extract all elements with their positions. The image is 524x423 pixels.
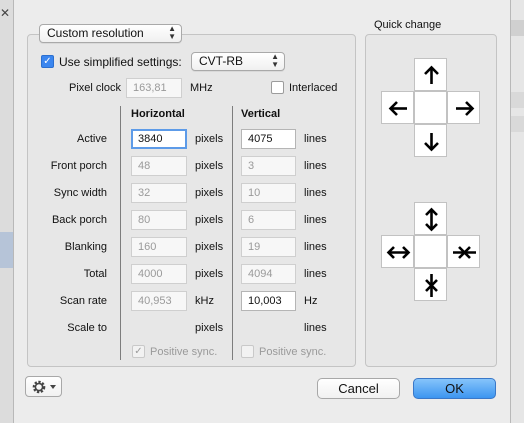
horizontal-front-porch-field[interactable]: 48: [131, 156, 187, 176]
compress-horizontal-icon: [453, 246, 476, 259]
settings-menu-button[interactable]: [25, 376, 62, 397]
horizontal-positive-sync-label: Positive sync.: [150, 346, 218, 358]
vertical-unit: lines: [304, 241, 327, 253]
use-simplified-settings-checkbox[interactable]: ✓: [41, 55, 54, 68]
timing-mode-popup[interactable]: CVT-RB ▲ ▼: [191, 52, 285, 71]
shrink-vertical-button[interactable]: [414, 268, 447, 301]
gear-icon: [32, 380, 56, 394]
row-label-active: Active: [77, 133, 107, 145]
horizontal-unit: pixels: [195, 322, 224, 334]
horizontal-unit: pixels: [195, 160, 224, 172]
horizontal-unit: pixels: [195, 241, 224, 253]
row-label-sync-width: Sync width: [53, 187, 107, 199]
vertical-front-porch-field[interactable]: 3: [241, 156, 296, 176]
interlaced-checkbox[interactable]: [271, 81, 284, 94]
resolution-type-value: Custom resolution: [47, 26, 144, 40]
cancel-button[interactable]: Cancel: [317, 378, 400, 399]
vertical-refresh-rate-unit: Hz: [304, 295, 318, 307]
arrow-up-icon: [424, 65, 439, 84]
horizontal-total-field[interactable]: 4000: [131, 264, 187, 284]
horizontal-active-field[interactable]: 3840: [131, 129, 187, 149]
vertical-active-field[interactable]: 4075: [241, 129, 296, 149]
vertical-unit: lines: [304, 133, 327, 145]
pixel-clock-unit: MHz: [190, 82, 213, 94]
move-right-button[interactable]: [447, 91, 480, 124]
vertical-unit: lines: [304, 268, 327, 280]
pixel-clock-label: Pixel clock: [69, 82, 121, 94]
horizontal-unit: pixels: [195, 133, 224, 145]
vertical-header: Vertical: [241, 108, 281, 120]
row-label-scale-to: Scale to: [67, 322, 107, 334]
horizontal-unit: pixels: [195, 187, 224, 199]
row-label-blanking: Blanking: [64, 241, 107, 253]
stretch-center: [414, 235, 447, 268]
arrow-right-icon: [456, 101, 475, 116]
vertical-positive-sync-checkbox[interactable]: [241, 345, 254, 358]
vertical-positive-sync-label: Positive sync.: [259, 346, 327, 358]
horizontal-unit: pixels: [195, 214, 224, 226]
horizontal-back-porch-field[interactable]: 80: [131, 210, 187, 230]
horizontal-header: Horizontal: [131, 108, 185, 120]
vertical-sync-width-field[interactable]: 10: [241, 183, 296, 203]
vertical-unit: lines: [304, 160, 327, 172]
horizontal-scan-rate-field[interactable]: 40,953: [131, 291, 187, 311]
column-separator: [120, 106, 121, 360]
interlaced-label: Interlaced: [289, 82, 338, 94]
stretch-horizontal-button[interactable]: [381, 235, 414, 268]
vertical-unit: lines: [304, 187, 327, 199]
timing-mode-value: CVT-RB: [199, 54, 244, 68]
ok-button[interactable]: OK: [413, 378, 496, 399]
use-simplified-settings-label: Use simplified settings:: [59, 55, 182, 69]
popup-chevron-icon: ▲ ▼: [168, 24, 176, 41]
arrow-down-icon: [424, 133, 439, 152]
horizontal-blanking-field[interactable]: 160: [131, 237, 187, 257]
vertical-unit: lines: [304, 214, 327, 226]
stretch-vertical-button[interactable]: [414, 202, 447, 235]
arrow-left-icon: [388, 101, 407, 116]
horizontal-scan-rate-unit: kHz: [195, 295, 214, 307]
quick-change-title: Quick change: [374, 19, 442, 31]
horizontal-unit: pixels: [195, 268, 224, 280]
row-label-total: Total: [83, 268, 107, 280]
compress-vertical-icon: [425, 274, 438, 297]
shrink-horizontal-button[interactable]: [447, 235, 480, 268]
move-center: [414, 91, 447, 124]
row-label-scan-rate: Scan rate: [59, 295, 107, 307]
resolution-type-popup[interactable]: Custom resolution ▲ ▼: [39, 24, 182, 43]
vertical-unit: lines: [304, 322, 327, 334]
horizontal-positive-sync-checkbox[interactable]: ✓: [132, 345, 145, 358]
column-separator: [232, 106, 233, 360]
expand-horizontal-icon: [386, 246, 411, 259]
row-label-back-porch: Back porch: [51, 214, 107, 226]
move-down-button[interactable]: [414, 124, 447, 157]
popup-chevron-icon: ▲ ▼: [271, 52, 279, 69]
vertical-refresh-rate-field[interactable]: 10,003: [241, 291, 296, 311]
vertical-blanking-field[interactable]: 19: [241, 237, 296, 257]
move-left-button[interactable]: [381, 91, 414, 124]
vertical-back-porch-field[interactable]: 6: [241, 210, 296, 230]
row-label-front-porch: Front porch: [50, 160, 107, 172]
pixel-clock-field[interactable]: 163,81: [126, 78, 182, 98]
horizontal-sync-width-field[interactable]: 32: [131, 183, 187, 203]
vertical-total-field[interactable]: 4094: [241, 264, 296, 284]
close-icon: ✕: [0, 6, 11, 20]
move-up-button[interactable]: [414, 58, 447, 91]
expand-vertical-icon: [425, 207, 438, 232]
